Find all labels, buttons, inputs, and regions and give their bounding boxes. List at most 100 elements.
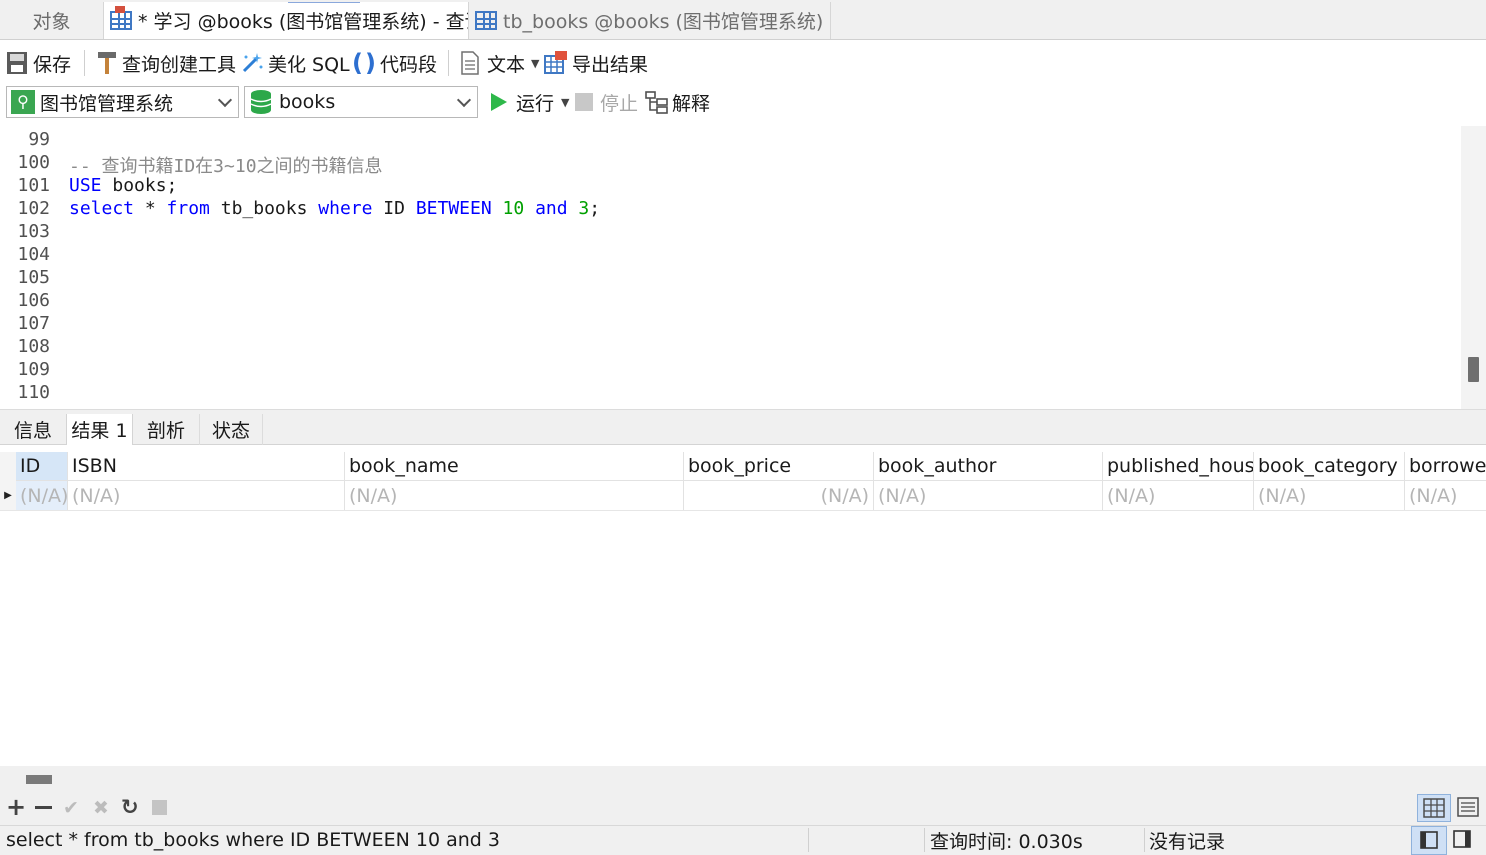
line-number: 103	[17, 221, 50, 242]
result-tab-bar: 信息 结果 1 剖析 状态	[0, 409, 1486, 445]
table-cell[interactable]: (N/A)	[684, 481, 874, 510]
form-view-button[interactable]	[1457, 797, 1479, 822]
code-keyword: where	[318, 198, 373, 219]
panel-left-button[interactable]	[1411, 826, 1447, 855]
tab-info[interactable]: 信息	[0, 414, 66, 445]
toolbar-divider	[84, 50, 85, 76]
tab-query-label: * 学习 @books (图书馆管理系统) - 查询	[138, 11, 469, 33]
stop-label: 停止	[600, 92, 639, 115]
save-button[interactable]: 保存	[6, 45, 71, 81]
query-builder-button[interactable]: 查询创建工具	[96, 45, 236, 81]
column-header-book-category[interactable]: book_category	[1254, 452, 1405, 480]
export-results-button[interactable]: 导出结果	[543, 45, 648, 81]
code-snippet-label: 代码段	[379, 53, 437, 76]
tab-info-label: 信息	[13, 420, 52, 442]
cell-value: (N/A)	[20, 484, 68, 507]
hammer-icon	[98, 52, 116, 74]
beautify-sql-button[interactable]: 美化 SQL	[240, 45, 350, 81]
line-number: 100	[17, 152, 50, 173]
tab-result-1[interactable]: 结果 1	[66, 414, 133, 445]
connection-select[interactable]: ⚲ 图书馆管理系统	[6, 86, 239, 118]
table-cell[interactable]: (N/A)	[1405, 481, 1486, 510]
code-text: tb_books	[209, 198, 319, 219]
column-header-published-house[interactable]: published_house	[1103, 452, 1254, 480]
tab-status[interactable]: 状态	[199, 414, 263, 445]
delete-record-icon[interactable]	[35, 806, 52, 809]
add-record-icon[interactable]: +	[6, 795, 26, 819]
tab-table-label: tb_books @books (图书馆管理系统) -...	[503, 11, 831, 33]
editor-scrollbar-thumb[interactable]	[1468, 357, 1479, 382]
column-header-label: ISBN	[72, 455, 117, 477]
stop-icon[interactable]	[152, 800, 167, 815]
table-cell[interactable]: (N/A)	[1254, 481, 1405, 510]
panel-right-button[interactable]	[1453, 830, 1471, 853]
document-icon	[461, 51, 479, 75]
line-number: 102	[17, 198, 50, 219]
status-records: 没有记录	[1149, 825, 1225, 855]
refresh-icon[interactable]: ↻	[121, 795, 139, 819]
column-header-book-author[interactable]: book_author	[874, 452, 1103, 480]
column-header-label: ID	[20, 455, 41, 477]
connection-label: 图书馆管理系统	[40, 92, 174, 115]
explain-icon	[645, 91, 668, 114]
table-cell[interactable]: (N/A)	[345, 481, 684, 510]
tab-table[interactable]: tb_books @books (图书馆管理系统) -...	[469, 2, 831, 39]
line-number: 109	[17, 359, 50, 380]
explain-label: 解释	[672, 92, 711, 115]
tab-bar: 对象 * 学习 @books (图书馆管理系统) - 查询 tb_books @…	[0, 0, 1486, 40]
query-builder-label: 查询创建工具	[122, 53, 237, 76]
code-text: ID	[372, 198, 416, 219]
tab-objects[interactable]: 对象	[0, 2, 103, 39]
column-header-borrower[interactable]: borrower	[1405, 452, 1486, 480]
line-number: 107	[17, 313, 50, 334]
beautify-sql-label: 美化 SQL	[268, 53, 350, 76]
tab-result-1-label: 结果 1	[71, 420, 128, 442]
tab-objects-label: 对象	[32, 11, 71, 33]
database-icon	[250, 90, 272, 114]
panel-right-icon	[1453, 830, 1471, 848]
cell-value: (N/A)	[1409, 484, 1458, 507]
cell-value: (N/A)	[1258, 484, 1307, 507]
grid-view-button[interactable]	[1417, 794, 1451, 822]
table-cell[interactable]: (N/A)	[68, 481, 345, 510]
cell-value: (N/A)	[1107, 484, 1156, 507]
apply-icon[interactable]: ✔	[63, 797, 79, 819]
chevron-down-icon: ▼	[561, 95, 570, 109]
line-number: 110	[17, 382, 50, 403]
tab-query[interactable]: * 学习 @books (图书馆管理系统) - 查询	[103, 2, 469, 39]
column-header-isbn[interactable]: ISBN	[68, 452, 345, 480]
column-header-book-price[interactable]: book_price	[684, 452, 874, 480]
text-button[interactable]: 文本 ▼	[460, 45, 539, 81]
column-header-book-name[interactable]: book_name	[345, 452, 684, 480]
text-label: 文本	[487, 53, 526, 76]
table-cell[interactable]: (N/A)	[16, 481, 68, 510]
horizontal-scrollbar-thumb[interactable]	[26, 775, 52, 784]
run-button[interactable]: 运行 ▼	[489, 86, 569, 118]
database-select[interactable]: books	[244, 86, 478, 118]
status-query-time: 查询时间: 0.030s	[930, 825, 1083, 855]
status-query-time-text: 查询时间: 0.030s	[930, 830, 1083, 853]
column-header-label: book_price	[688, 455, 792, 477]
explain-button[interactable]: 解释	[645, 86, 710, 118]
column-header-id[interactable]: ID	[16, 452, 68, 480]
table-cell[interactable]: (N/A)	[1103, 481, 1254, 510]
sql-editor[interactable]: 99 100 101 102 103 104 105 106 107 108 1…	[0, 126, 1461, 409]
code-number: 3	[578, 198, 590, 219]
line-number: 99	[28, 129, 50, 150]
code-keyword: from	[166, 198, 210, 219]
code-snippet-button[interactable]: () 代码段	[352, 45, 437, 81]
mysql-connection-icon: ⚲	[11, 90, 35, 114]
line-number: 101	[17, 175, 50, 196]
grid-divider	[0, 510, 1486, 511]
export-table-icon	[544, 51, 567, 74]
code-line-select: select * from tb_books where ID BETWEEN …	[69, 198, 600, 219]
stop-button[interactable]: 停止	[575, 86, 638, 118]
code-line-use: USE books;	[69, 175, 177, 196]
tab-profile[interactable]: 剖析	[133, 414, 199, 445]
line-number: 106	[17, 290, 50, 311]
column-header-label: borrower	[1409, 455, 1486, 477]
discard-icon[interactable]: ✖	[93, 797, 109, 819]
magic-wand-icon	[242, 53, 263, 73]
column-header-label: book_author	[878, 455, 997, 477]
table-cell[interactable]: (N/A)	[874, 481, 1103, 510]
